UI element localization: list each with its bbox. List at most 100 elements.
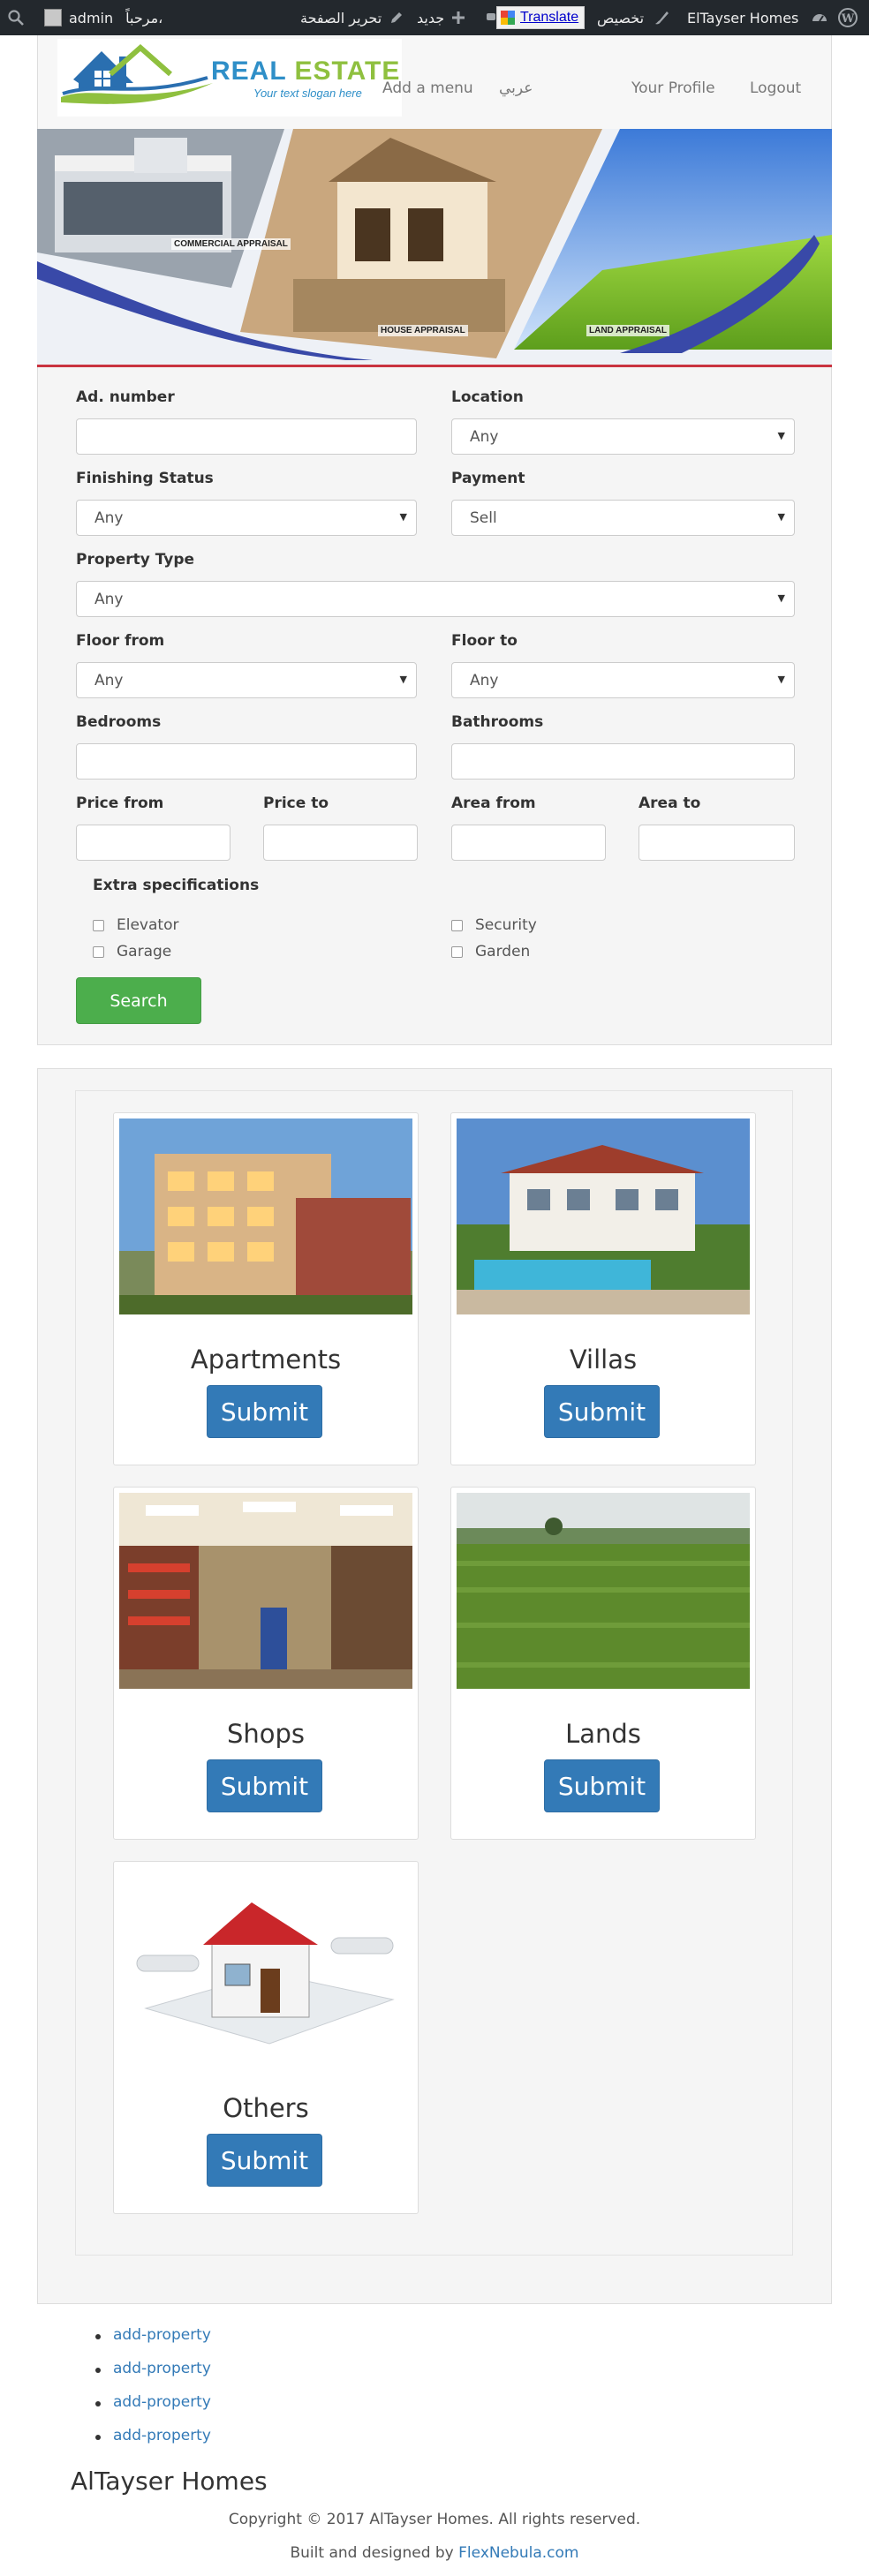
price-to-label: Price to — [263, 795, 329, 812]
logo-title: REAL ESTATE — [211, 56, 400, 87]
nav-your-profile[interactable]: Your Profile — [631, 79, 715, 97]
nav-add-menu[interactable]: Add a menu — [382, 79, 473, 97]
bedrooms-input[interactable] — [76, 743, 417, 780]
price-to-input[interactable] — [263, 825, 418, 861]
checkbox-box[interactable] — [451, 945, 463, 958]
finishing-status-value: Any — [94, 509, 124, 527]
payment-select[interactable]: Sell ▼ — [451, 500, 795, 536]
garden-checkbox[interactable]: Garden — [451, 943, 530, 960]
garage-checkbox[interactable]: Garage — [93, 943, 171, 960]
wordpress-logo-icon[interactable]: W — [837, 0, 858, 35]
elevator-checkbox[interactable]: Elevator — [93, 916, 178, 934]
checkbox-box[interactable] — [93, 945, 104, 958]
floor-from-value: Any — [94, 672, 124, 689]
shops-image[interactable] — [119, 1493, 412, 1689]
customize-menu[interactable]: تخصيص — [597, 0, 670, 35]
admin-greeting: مرحباً، — [125, 9, 163, 26]
new-content-label: جديد — [417, 9, 445, 26]
location-select[interactable]: Any ▼ — [451, 418, 795, 455]
property-type-label: Property Type — [76, 551, 195, 569]
edit-page-label: تحرير الصفحة — [300, 9, 382, 26]
footer-link-add-property[interactable]: add-property — [113, 2393, 211, 2411]
new-content-menu[interactable]: جديد — [417, 0, 465, 35]
floor-from-select[interactable]: Any ▼ — [76, 662, 417, 698]
built-by-link[interactable]: FlexNebula.com — [458, 2544, 578, 2562]
elevator-label: Elevator — [117, 916, 179, 934]
garden-label: Garden — [475, 943, 531, 960]
banner-label-land: LAND APPRAISAL — [586, 325, 669, 336]
nav-language-arabic[interactable]: عربي — [499, 79, 533, 97]
area-from-input[interactable] — [451, 825, 606, 861]
search-icon[interactable] — [7, 0, 25, 35]
footer-link-add-property[interactable]: add-property — [113, 2427, 211, 2444]
site-logo[interactable]: REAL ESTATE Your text slogan here — [57, 39, 402, 117]
admin-user-menu[interactable]: admin مرحباً، — [44, 0, 162, 35]
footer-link-add-property[interactable]: add-property — [113, 2360, 211, 2377]
banner-label-house: HOUSE APPRAISAL — [378, 325, 468, 336]
price-from-input[interactable] — [76, 825, 230, 861]
footer-link-add-property[interactable]: add-property — [113, 2326, 211, 2344]
payment-label: Payment — [451, 470, 525, 487]
brush-icon — [655, 11, 669, 25]
others-image[interactable] — [119, 1867, 412, 2063]
categories-grid: Apartments Submit Villas Submit Shops Su… — [75, 1090, 793, 2256]
submit-button-apartments[interactable]: Submit — [207, 1385, 322, 1438]
site-header: REAL ESTATE Your text slogan here Add a … — [37, 35, 832, 129]
translate-button[interactable]: Translate — [496, 6, 586, 29]
comments-icon[interactable] — [486, 0, 496, 35]
checkbox-box[interactable] — [451, 919, 463, 931]
admin-bar: admin مرحباً، تحرير الصفحة جديد Translat… — [0, 0, 869, 35]
floor-to-label: Floor to — [451, 632, 518, 650]
property-type-select[interactable]: Any ▼ — [76, 581, 795, 617]
area-from-label: Area from — [451, 795, 536, 812]
security-checkbox[interactable]: Security — [451, 916, 537, 934]
submit-button-others[interactable]: Submit — [207, 2134, 322, 2187]
category-card-others: Others Submit — [113, 1861, 419, 2214]
category-card-lands: Lands Submit — [450, 1487, 756, 1840]
category-card-villas: Villas Submit — [450, 1112, 756, 1465]
chevron-down-icon: ▼ — [777, 592, 785, 604]
submit-button-villas[interactable]: Submit — [544, 1385, 660, 1438]
area-to-label: Area to — [639, 795, 701, 812]
bedrooms-label: Bedrooms — [76, 713, 162, 731]
floor-from-label: Floor from — [76, 632, 165, 650]
garage-label: Garage — [117, 943, 172, 960]
floor-to-select[interactable]: Any ▼ — [451, 662, 795, 698]
bathrooms-label: Bathrooms — [451, 713, 544, 731]
payment-value: Sell — [470, 509, 497, 527]
nav-logout[interactable]: Logout — [750, 79, 801, 97]
logo-slogan: Your text slogan here — [253, 87, 362, 100]
lands-image[interactable] — [457, 1493, 750, 1689]
banner-label-commercial: COMMERCIAL APPRAISAL — [171, 238, 291, 250]
google-translate-icon — [501, 11, 515, 25]
ad-number-label: Ad. number — [76, 388, 175, 406]
bathrooms-input[interactable] — [451, 743, 795, 780]
translate-label: Translate — [520, 10, 579, 25]
price-from-label: Price from — [76, 795, 164, 812]
ad-number-input[interactable] — [76, 418, 417, 455]
footer-copyright: Copyright © 2017 AlTayser Homes. All rig… — [228, 2511, 641, 2528]
area-to-input[interactable] — [639, 825, 795, 861]
finishing-status-select[interactable]: Any ▼ — [76, 500, 417, 536]
edit-page-menu[interactable]: تحرير الصفحة — [300, 0, 404, 35]
category-card-shops: Shops Submit — [113, 1487, 419, 1840]
floor-to-value: Any — [470, 672, 499, 689]
apartments-image[interactable] — [119, 1119, 412, 1314]
categories-panel: Apartments Submit Villas Submit Shops Su… — [37, 1068, 832, 2304]
dashboard-icon — [812, 14, 827, 22]
footer-built-by: Built and designed by FlexNebula.com — [0, 2544, 869, 2562]
submit-button-shops[interactable]: Submit — [207, 1759, 322, 1812]
search-button[interactable]: Search — [76, 977, 201, 1024]
villas-image[interactable] — [457, 1119, 750, 1314]
submit-button-lands[interactable]: Submit — [544, 1759, 660, 1812]
admin-user-name: admin — [69, 9, 114, 26]
list-bullet — [95, 2368, 101, 2373]
extra-specifications-title: Extra specifications — [93, 877, 260, 894]
avatar — [44, 9, 62, 26]
site-name-menu[interactable]: ElTayser Homes — [687, 0, 828, 35]
category-title-villas: Villas — [569, 1344, 638, 1375]
checkbox-box[interactable] — [93, 919, 104, 931]
list-bullet — [95, 2435, 101, 2440]
category-title-shops: Shops — [226, 1719, 306, 1749]
translate-widget[interactable]: Translate — [496, 0, 586, 35]
